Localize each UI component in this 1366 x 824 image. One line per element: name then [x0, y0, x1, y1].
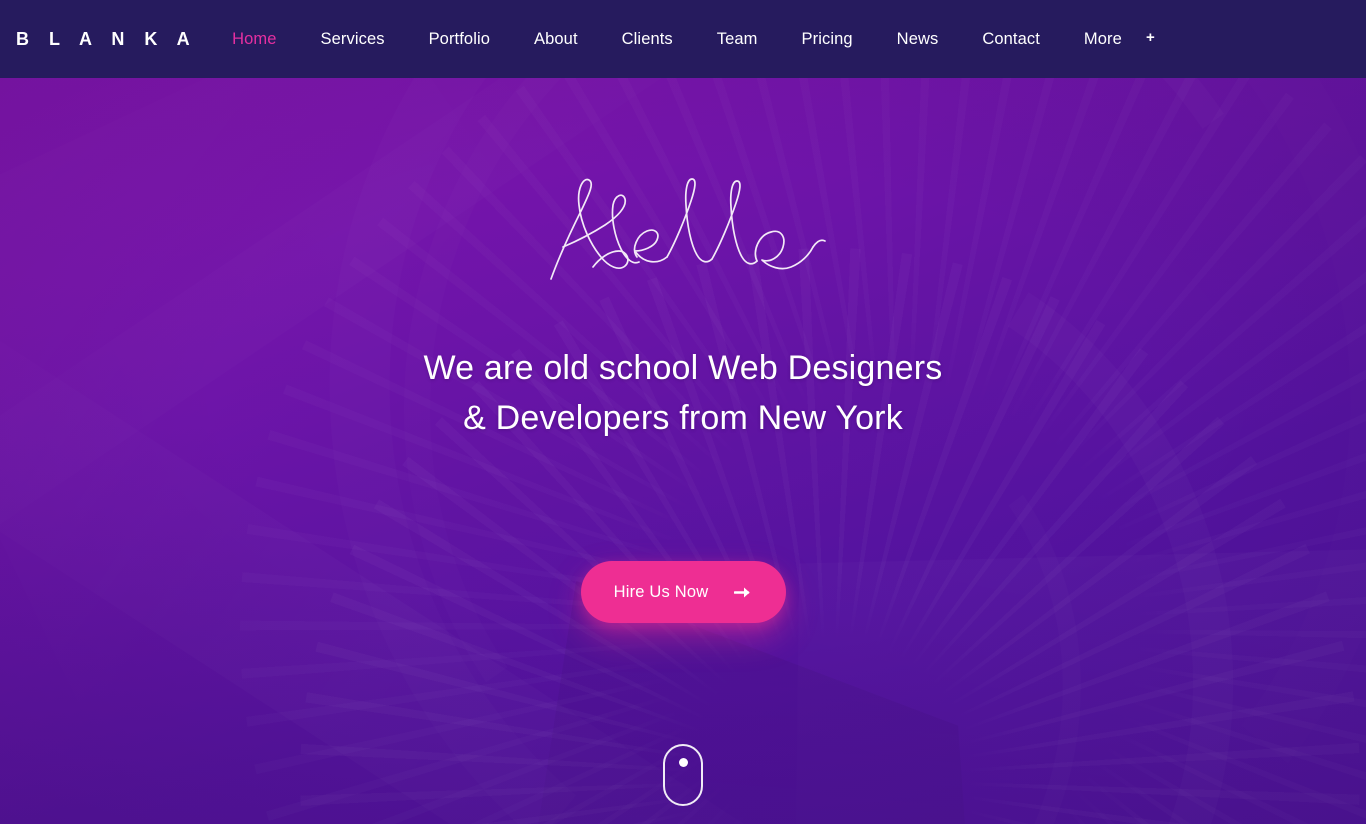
hero-cta-wrapper: Hire Us Now — [0, 561, 1366, 623]
hero-content: We are old school Web Designers & Develo… — [0, 78, 1366, 824]
nav-item-clients[interactable]: Clients — [600, 29, 695, 49]
nav-item-about[interactable]: About — [512, 29, 600, 49]
hire-us-now-button[interactable]: Hire Us Now — [580, 561, 786, 623]
hero-section: We are old school Web Designers & Develo… — [0, 78, 1366, 824]
hello-script-icon — [550, 177, 826, 280]
nav-item-more-label: More — [1083, 30, 1122, 48]
arrow-right-icon — [734, 583, 752, 601]
main-navigation: Home Services Portfolio About Clients Te… — [0, 0, 1366, 78]
nav-item-contact[interactable]: Contact — [960, 29, 1062, 49]
nav-item-services[interactable]: Services — [299, 29, 407, 49]
site-header: B L A N K A Home Services Portfolio Abou… — [0, 0, 1366, 78]
hero-script-hello — [0, 163, 1366, 298]
plus-icon: + — [1146, 29, 1155, 46]
hire-us-now-label: Hire Us Now — [613, 582, 709, 601]
nav-item-pricing[interactable]: Pricing — [780, 29, 875, 49]
hero-headline: We are old school Web Designers & Develo… — [0, 343, 1366, 443]
mouse-scroll-icon[interactable] — [663, 744, 703, 806]
nav-item-more[interactable]: More + — [1062, 29, 1156, 49]
nav-item-portfolio[interactable]: Portfolio — [407, 29, 512, 49]
hero-headline-line-1: We are old school Web Designers — [423, 349, 943, 387]
nav-item-news[interactable]: News — [875, 29, 961, 49]
nav-item-team[interactable]: Team — [695, 29, 780, 49]
nav-item-home[interactable]: Home — [210, 29, 298, 49]
hero-headline-line-2: & Developers from New York — [463, 399, 903, 437]
mouse-scroll-wheel-dot — [678, 758, 688, 767]
